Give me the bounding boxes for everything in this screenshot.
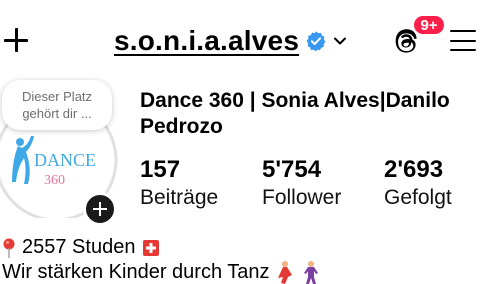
dancer-man-icon bbox=[303, 261, 318, 284]
note-text-line2: gehört dir ... bbox=[22, 106, 92, 121]
profile-display-name: Dance 360 | Sonia Alves|Danilo Pedrozo bbox=[140, 89, 450, 138]
verified-badge-icon bbox=[306, 31, 326, 52]
add-story-button[interactable] bbox=[83, 192, 117, 226]
stat-value: 157 bbox=[140, 156, 181, 183]
note-text-line1: Dieser Platz bbox=[21, 89, 93, 104]
avatar-logo-text: DANCE bbox=[34, 150, 96, 170]
notification-badge[interactable]: 9+ bbox=[412, 14, 446, 36]
bio-location: 2557 Studen bbox=[2, 236, 160, 259]
chevron-down-icon[interactable] bbox=[333, 34, 347, 48]
hamburger-menu-icon[interactable] bbox=[450, 30, 476, 52]
pin-icon bbox=[3, 238, 15, 258]
stat-label: Gefolgt bbox=[384, 186, 452, 209]
bio-line2: Wir stärken Kinder durch Tanz bbox=[2, 260, 270, 283]
account-switcher[interactable]: s.o.n.i.a.alves bbox=[114, 24, 347, 58]
stat-value: 5'754 bbox=[262, 156, 322, 183]
bio-text: Wir stärken Kinder durch Tanz bbox=[2, 260, 322, 284]
create-plus-icon[interactable] bbox=[2, 26, 30, 54]
dancer-woman-icon bbox=[277, 261, 292, 284]
username[interactable]: s.o.n.i.a.alves bbox=[114, 25, 299, 57]
stat-value: 2'693 bbox=[384, 156, 444, 183]
stat-label: Follower bbox=[262, 186, 342, 209]
avatar-logo-subtext: 360 bbox=[44, 173, 65, 188]
stat-posts[interactable]: 157 Beiträge bbox=[140, 156, 218, 212]
location-text: 2557 Studen bbox=[22, 236, 136, 258]
stat-label: Beiträge bbox=[140, 186, 219, 209]
profile-note[interactable]: Dieser Platz gehört dir ... bbox=[2, 80, 112, 130]
stat-followers[interactable]: 5'754 Follower bbox=[262, 156, 341, 212]
stat-following[interactable]: 2'693 Gefolgt bbox=[384, 156, 452, 212]
swiss-flag-icon bbox=[143, 239, 160, 256]
